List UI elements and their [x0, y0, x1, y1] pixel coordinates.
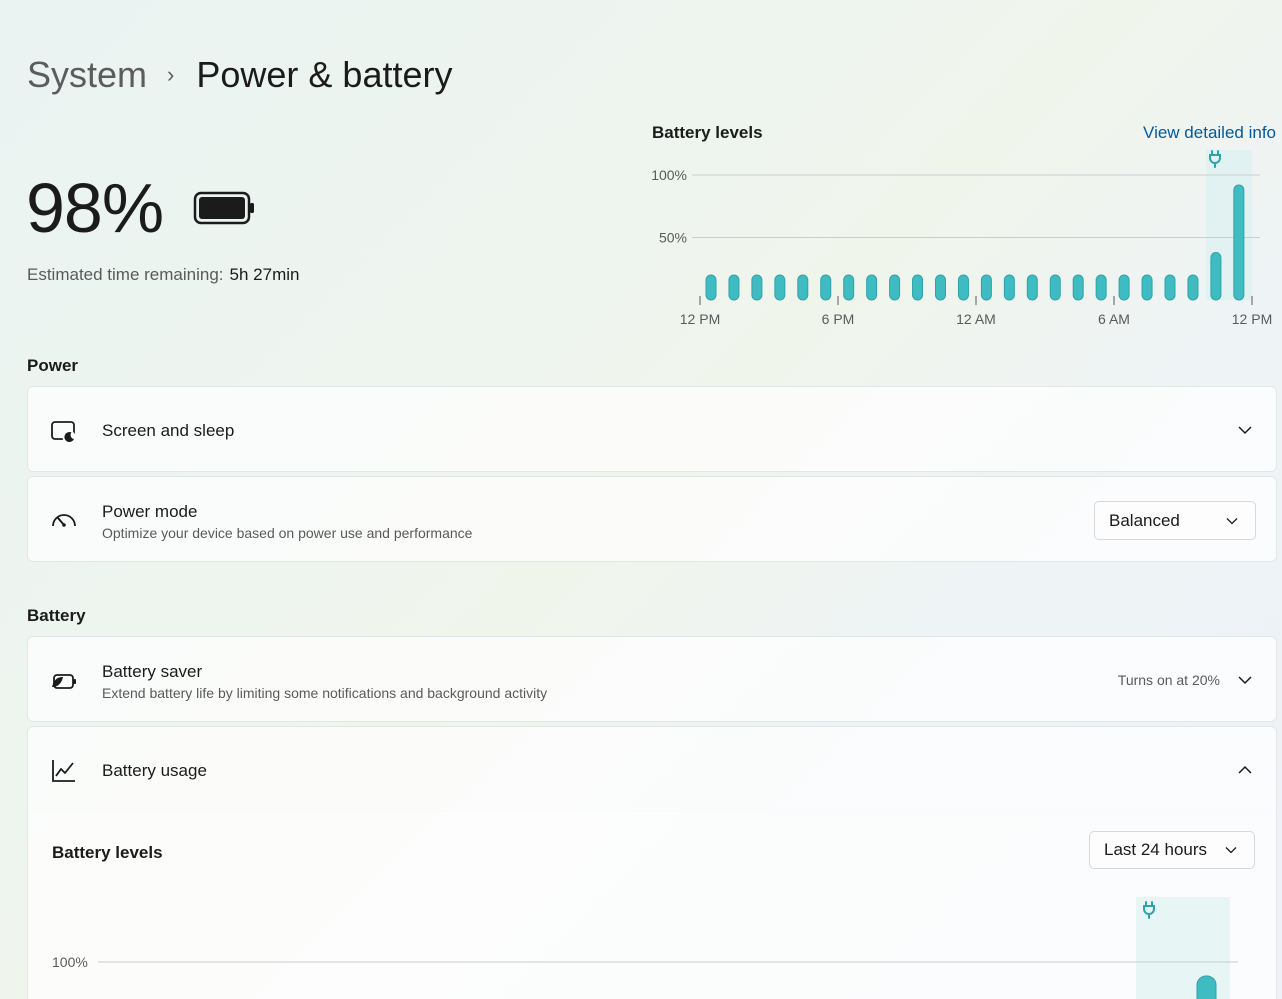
battery-saver-status: Turns on at 20% [1117, 672, 1220, 688]
battery-level-bar [843, 274, 855, 301]
power-mode-selected-value: Balanced [1109, 510, 1180, 530]
time-range-selected-value: Last 24 hours [1104, 840, 1208, 859]
battery-level-bar [1233, 184, 1245, 301]
screen-and-sleep-label: Screen and sleep [102, 421, 235, 440]
power-mode-label: Power mode [102, 502, 198, 521]
y-tick-label: 100% [52, 954, 88, 970]
battery-level-bar [728, 274, 740, 301]
battery-level-bar [774, 274, 786, 301]
battery-level-bar [1141, 274, 1153, 301]
x-tick-label: 12 PM [680, 311, 720, 327]
x-tick-label: 6 AM [1098, 311, 1130, 327]
power-mode-gauge-icon [52, 514, 76, 527]
battery-level-bar [1118, 274, 1130, 301]
battery-level-bar [935, 274, 946, 301]
y-tick-label: 100% [651, 167, 687, 183]
battery-levels-detail-title: Battery levels [52, 843, 163, 862]
battery-level-bar [820, 274, 832, 301]
power-mode-dropdown[interactable]: Balanced [1094, 501, 1256, 540]
battery-level-bar [1072, 274, 1084, 301]
estimate-value: 5h 27min [229, 265, 300, 284]
x-tick-label: 12 AM [956, 311, 996, 327]
battery-level-bar [1187, 274, 1199, 301]
battery-level-bar [1210, 252, 1222, 301]
page-title: Power & battery [196, 54, 453, 95]
power-mode-card: Power mode Optimize your device based on… [27, 476, 1277, 562]
battery-saver-icon [52, 674, 76, 689]
battery-level-bar [889, 274, 901, 301]
battery-level-bar [957, 274, 969, 301]
battery-levels-chart: 100% 50% 12 PM 6 PM 12 AM 6 AM 12 PM [651, 150, 1272, 327]
battery-level-bar [912, 274, 924, 301]
battery-saver-description: Extend battery life by limiting some not… [102, 685, 548, 701]
chart-line-icon [52, 760, 75, 782]
battery-level-bar [751, 274, 763, 301]
battery-level-bar [1164, 274, 1176, 301]
chevron-down-icon[interactable] [1236, 421, 1254, 439]
breadcrumb: System › Power & battery [27, 54, 452, 96]
x-tick-label: 12 PM [1232, 311, 1272, 327]
power-section-title: Power [27, 356, 79, 375]
battery-percentage: 98% [26, 169, 164, 247]
chevron-up-icon[interactable] [1236, 761, 1254, 779]
screen-sleep-icon [51, 421, 76, 444]
battery-level-bar [980, 274, 992, 301]
battery-saver-label: Battery saver [102, 662, 203, 681]
power-mode-description: Optimize your device based on power use … [102, 525, 473, 541]
battery-level-bar [1196, 975, 1217, 999]
battery-full-icon [193, 191, 254, 225]
battery-level-bar [1095, 274, 1107, 301]
battery-level-bar [1049, 274, 1061, 301]
time-range-dropdown[interactable]: Last 24 hours [1089, 831, 1255, 869]
chevron-down-icon[interactable] [1236, 671, 1254, 689]
battery-level-bar [705, 274, 717, 301]
battery-usage-label: Battery usage [102, 761, 207, 780]
battery-saver-card[interactable]: Battery saver Extend battery life by lim… [27, 636, 1277, 722]
chevron-down-icon [1226, 517, 1238, 524]
battery-section-title: Battery [27, 606, 86, 625]
battery-level-bar [1003, 274, 1015, 301]
estimate-label: Estimated time remaining: [27, 265, 224, 284]
breadcrumb-separator-icon: › [167, 62, 175, 87]
y-tick-label: 50% [659, 230, 687, 246]
battery-usage-card[interactable]: Battery usage [27, 726, 1277, 812]
x-tick-label: 6 PM [822, 311, 855, 327]
chevron-down-icon [1225, 847, 1237, 854]
estimated-time-remaining: Estimated time remaining: 5h 27min [27, 265, 299, 285]
battery-usage-panel: 100% Battery levels Last 24 hours [27, 811, 1277, 999]
battery-level-bar [866, 274, 878, 301]
breadcrumb-system-link[interactable]: System [27, 54, 147, 96]
battery-level-bar [1026, 274, 1038, 301]
screen-and-sleep-card[interactable]: Screen and sleep [27, 386, 1277, 472]
battery-level-bar [797, 274, 809, 301]
